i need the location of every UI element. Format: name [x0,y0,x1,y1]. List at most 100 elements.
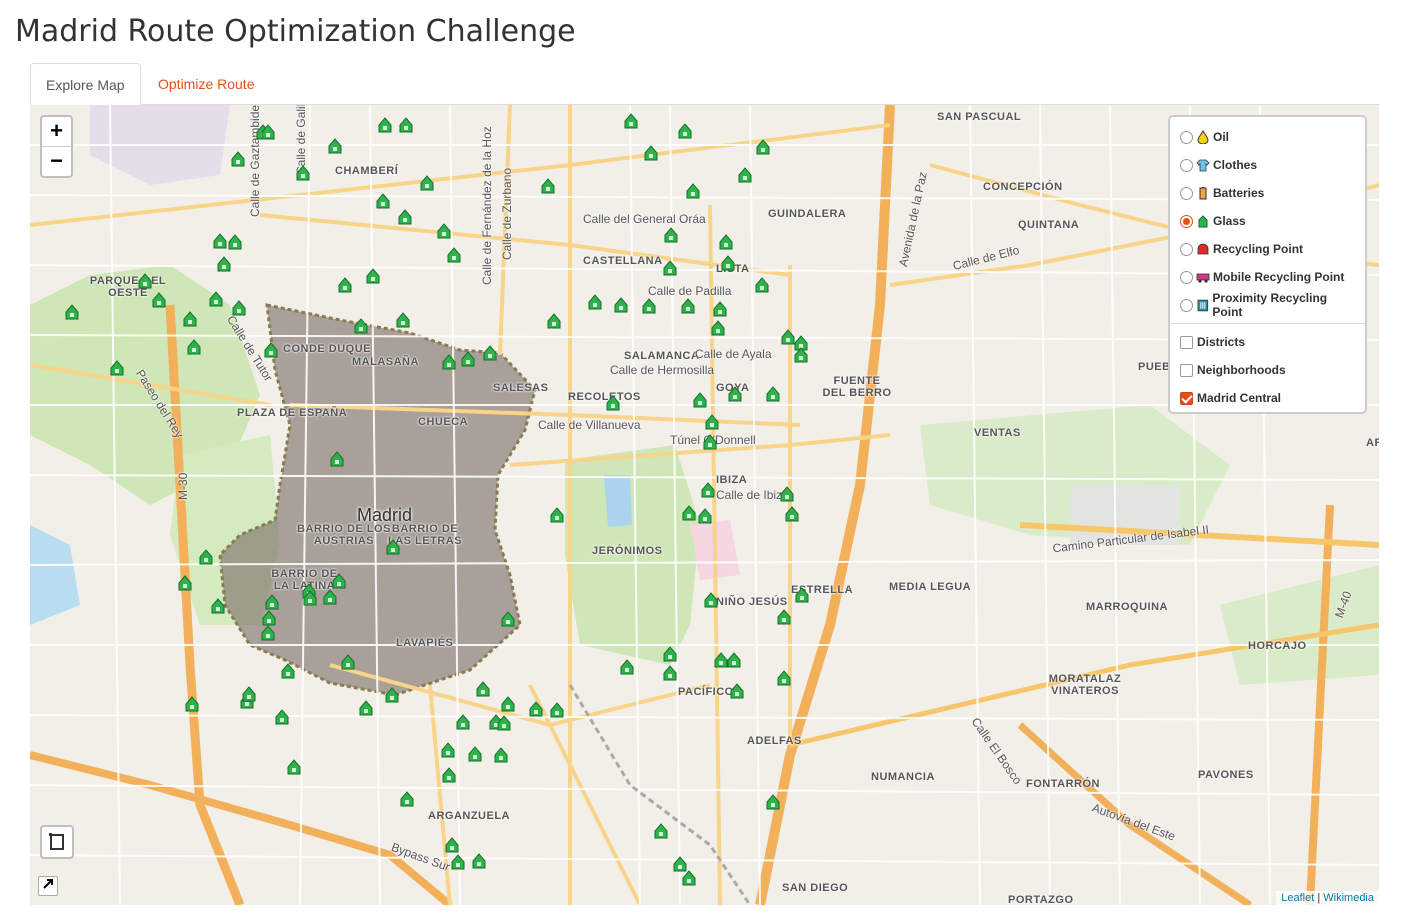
clothes-radio[interactable] [1180,158,1193,172]
glass-marker[interactable] [698,508,712,524]
glass-marker[interactable] [704,592,718,608]
glass-marker[interactable] [296,165,310,181]
glass-marker[interactable] [385,687,399,703]
glass-marker[interactable] [178,575,192,591]
glass-marker[interactable] [447,247,461,263]
layer-clothes[interactable]: Clothes [1180,151,1357,179]
layer-glass[interactable]: Glass [1180,207,1357,235]
glass-marker[interactable] [264,342,278,358]
districts-checkbox[interactable] [1180,335,1193,349]
glass-marker[interactable] [693,392,707,408]
glass-marker[interactable] [714,652,728,668]
glass-marker[interactable] [547,313,561,329]
glass-marker[interactable] [682,505,696,521]
glass-marker[interactable] [701,482,715,498]
glass-marker[interactable] [703,434,717,450]
glass-marker[interactable] [468,746,482,762]
glass-marker[interactable] [366,268,380,284]
glass-marker[interactable] [795,587,809,603]
tab-explore-map[interactable]: Explore Map [30,63,141,105]
glass-marker[interactable] [396,312,410,328]
glass-marker[interactable] [451,854,465,870]
glass-marker[interactable] [755,277,769,293]
glass-marker[interactable] [232,300,246,316]
glass-marker[interactable] [663,260,677,276]
glass-marker[interactable] [644,145,658,161]
glass-marker[interactable] [606,395,620,411]
glass-marker[interactable] [420,175,434,191]
glass-marker[interactable] [275,709,289,725]
glass-marker[interactable] [441,742,455,758]
glass-marker[interactable] [456,714,470,730]
glass-marker[interactable] [663,646,677,662]
layer-mobile-recycling-point[interactable]: Mobile Recycling Point [1180,263,1357,291]
glass-marker[interactable] [642,298,656,314]
glass-marker[interactable] [730,683,744,699]
glass-marker[interactable] [399,117,413,133]
glass-marker[interactable] [199,549,213,565]
glass-marker[interactable] [727,652,741,668]
layer-recycling-point[interactable]: Recycling Point [1180,235,1357,263]
tab-optimize-route[interactable]: Optimize Route [143,63,269,105]
glass-marker[interactable] [376,193,390,209]
glass-marker[interactable] [228,234,242,250]
glass-marker[interactable] [332,573,346,589]
glass-marker[interactable] [138,273,152,289]
glass-marker[interactable] [472,853,486,869]
oil-radio[interactable] [1180,130,1193,144]
glass-marker[interactable] [624,113,638,129]
recycling-point-radio[interactable] [1180,242,1193,256]
glass-marker[interactable] [682,870,696,886]
glass-marker[interactable] [721,255,735,271]
zoom-in-button[interactable]: + [42,117,71,146]
glass-marker[interactable] [678,123,692,139]
glass-marker[interactable] [780,486,794,502]
glass-radio[interactable] [1180,214,1193,228]
glass-marker[interactable] [686,183,700,199]
proximity-recycling-radio[interactable] [1180,298,1193,312]
layer-batteries[interactable]: Batteries [1180,179,1357,207]
overlay-madrid-central[interactable]: Madrid Central [1180,384,1357,412]
glass-marker[interactable] [386,539,400,555]
glass-marker[interactable] [673,856,687,872]
glass-marker[interactable] [209,291,223,307]
layer-oil[interactable]: Oil [1180,123,1357,151]
glass-marker[interactable] [497,715,511,731]
glass-marker[interactable] [265,594,279,610]
glass-marker[interactable] [110,360,124,376]
glass-marker[interactable] [187,339,201,355]
glass-marker[interactable] [711,320,725,336]
glass-marker[interactable] [378,117,392,133]
glass-marker[interactable] [461,351,475,367]
glass-marker[interactable] [185,696,199,712]
glass-marker[interactable] [261,625,275,641]
overlay-neighborhoods[interactable]: Neighborhoods [1180,356,1357,384]
glass-marker[interactable] [152,292,166,308]
glass-marker[interactable] [445,837,459,853]
batteries-radio[interactable] [1180,186,1193,200]
layer-proximity-recycling-point[interactable]: Proximity Recycling Point [1180,291,1357,319]
glass-marker[interactable] [785,506,799,522]
glass-marker[interactable] [494,747,508,763]
overlay-districts[interactable]: Districts [1180,328,1357,356]
glass-marker[interactable] [483,345,497,361]
glass-marker[interactable] [728,386,742,402]
glass-marker[interactable] [766,386,780,402]
glass-marker[interactable] [400,791,414,807]
glass-marker[interactable] [541,178,555,194]
neighborhoods-checkbox[interactable] [1180,363,1193,377]
glass-marker[interactable] [341,654,355,670]
glass-marker[interactable] [338,277,352,293]
glass-marker[interactable] [65,304,79,320]
glass-marker[interactable] [281,663,295,679]
glass-marker[interactable] [713,301,727,317]
mobile-recycling-radio[interactable] [1180,270,1193,284]
glass-marker[interactable] [777,609,791,625]
map-view[interactable]: CHAMBERÍ GUINDALERA SAN PASCUAL CONCEPCI… [30,105,1379,905]
glass-marker[interactable] [323,589,337,605]
expand-button[interactable] [38,876,58,896]
glass-marker[interactable] [359,700,373,716]
glass-marker[interactable] [398,209,412,225]
glass-marker[interactable] [501,696,515,712]
glass-marker[interactable] [231,151,245,167]
